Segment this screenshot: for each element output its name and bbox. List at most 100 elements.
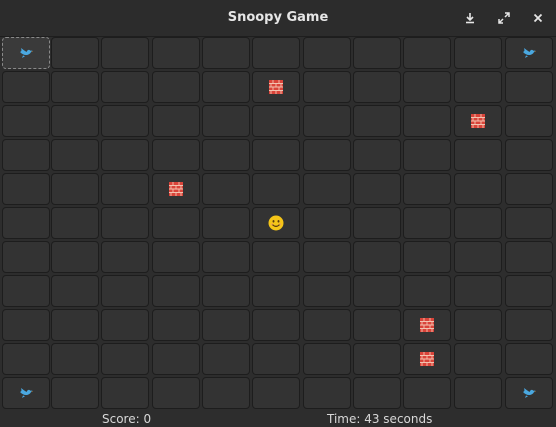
grid-cell[interactable]: [353, 139, 401, 171]
grid-cell[interactable]: [303, 37, 351, 69]
grid-cell[interactable]: [303, 241, 351, 273]
grid-cell[interactable]: [152, 173, 200, 205]
grid-cell[interactable]: [51, 71, 99, 103]
grid-cell[interactable]: [152, 343, 200, 375]
grid-cell[interactable]: [202, 37, 250, 69]
grid-cell[interactable]: [202, 105, 250, 137]
grid-cell[interactable]: [505, 139, 553, 171]
grid-cell[interactable]: [353, 275, 401, 307]
grid-cell[interactable]: [152, 71, 200, 103]
grid-cell[interactable]: [101, 37, 149, 69]
grid-cell[interactable]: [202, 71, 250, 103]
grid-cell[interactable]: [101, 207, 149, 239]
grid-cell[interactable]: [303, 309, 351, 341]
grid-cell[interactable]: [101, 309, 149, 341]
grid-cell[interactable]: [252, 37, 300, 69]
grid-cell[interactable]: [303, 105, 351, 137]
grid-cell[interactable]: [252, 71, 300, 103]
grid-cell[interactable]: [2, 139, 50, 171]
grid-cell[interactable]: [51, 207, 99, 239]
grid-cell[interactable]: [152, 207, 200, 239]
grid-cell[interactable]: [454, 139, 502, 171]
grid-cell[interactable]: [252, 173, 300, 205]
grid-cell[interactable]: [353, 105, 401, 137]
grid-cell[interactable]: [202, 343, 250, 375]
grid-cell[interactable]: [505, 241, 553, 273]
grid-cell[interactable]: [303, 377, 351, 409]
grid-cell[interactable]: [505, 309, 553, 341]
grid-cell[interactable]: [454, 71, 502, 103]
grid-cell[interactable]: [353, 309, 401, 341]
grid-cell[interactable]: [403, 241, 451, 273]
minimize-button[interactable]: [460, 8, 480, 28]
grid-cell[interactable]: [252, 105, 300, 137]
grid-cell[interactable]: [101, 275, 149, 307]
grid-cell[interactable]: [303, 343, 351, 375]
grid-cell[interactable]: [252, 139, 300, 171]
grid-cell[interactable]: [252, 377, 300, 409]
grid-cell[interactable]: [2, 241, 50, 273]
grid-cell[interactable]: [202, 139, 250, 171]
grid-cell[interactable]: [202, 173, 250, 205]
grid-cell[interactable]: [505, 173, 553, 205]
grid-cell[interactable]: [303, 71, 351, 103]
grid-cell[interactable]: [454, 309, 502, 341]
grid-cell[interactable]: [101, 71, 149, 103]
grid-cell[interactable]: [353, 37, 401, 69]
grid-cell[interactable]: [101, 105, 149, 137]
grid-cell[interactable]: [101, 173, 149, 205]
grid-cell[interactable]: [454, 105, 502, 137]
grid-cell[interactable]: [202, 241, 250, 273]
maximize-button[interactable]: [494, 8, 514, 28]
grid-cell[interactable]: [152, 275, 200, 307]
grid-cell[interactable]: [403, 105, 451, 137]
grid-cell[interactable]: [252, 207, 300, 239]
grid-cell[interactable]: [505, 207, 553, 239]
close-button[interactable]: [528, 8, 548, 28]
grid-cell[interactable]: [51, 173, 99, 205]
grid-cell[interactable]: [505, 343, 553, 375]
grid-cell[interactable]: [353, 241, 401, 273]
grid-cell[interactable]: [2, 275, 50, 307]
grid-cell[interactable]: [454, 377, 502, 409]
grid-cell[interactable]: [152, 309, 200, 341]
grid-cell[interactable]: [252, 241, 300, 273]
grid-cell[interactable]: [101, 241, 149, 273]
grid-cell[interactable]: [454, 241, 502, 273]
grid-cell[interactable]: [2, 343, 50, 375]
grid-cell[interactable]: [454, 343, 502, 375]
grid-cell[interactable]: [353, 71, 401, 103]
grid-cell[interactable]: [303, 139, 351, 171]
grid-cell[interactable]: [51, 37, 99, 69]
grid-cell[interactable]: [252, 343, 300, 375]
grid-cell[interactable]: [101, 343, 149, 375]
grid-cell[interactable]: [353, 377, 401, 409]
grid-cell[interactable]: [252, 309, 300, 341]
grid-cell[interactable]: [2, 71, 50, 103]
grid-cell[interactable]: [353, 207, 401, 239]
grid-cell[interactable]: [2, 309, 50, 341]
grid-cell[interactable]: [505, 105, 553, 137]
grid-cell[interactable]: [202, 207, 250, 239]
grid-cell[interactable]: [202, 275, 250, 307]
grid-cell[interactable]: [454, 37, 502, 69]
grid-cell[interactable]: [403, 309, 451, 341]
grid-cell[interactable]: [303, 207, 351, 239]
grid-cell[interactable]: [303, 173, 351, 205]
grid-cell[interactable]: [51, 105, 99, 137]
grid-cell[interactable]: [505, 377, 553, 409]
grid-cell[interactable]: [101, 377, 149, 409]
grid-cell[interactable]: [505, 37, 553, 69]
grid-cell[interactable]: [152, 37, 200, 69]
grid-cell[interactable]: [403, 71, 451, 103]
grid-cell[interactable]: [353, 173, 401, 205]
grid-cell[interactable]: [403, 173, 451, 205]
grid-cell[interactable]: [303, 275, 351, 307]
grid-cell[interactable]: [2, 105, 50, 137]
grid-cell[interactable]: [51, 343, 99, 375]
grid-cell[interactable]: [2, 37, 50, 69]
grid-cell[interactable]: [505, 275, 553, 307]
grid-cell[interactable]: [403, 343, 451, 375]
grid-cell[interactable]: [454, 275, 502, 307]
grid-cell[interactable]: [152, 139, 200, 171]
